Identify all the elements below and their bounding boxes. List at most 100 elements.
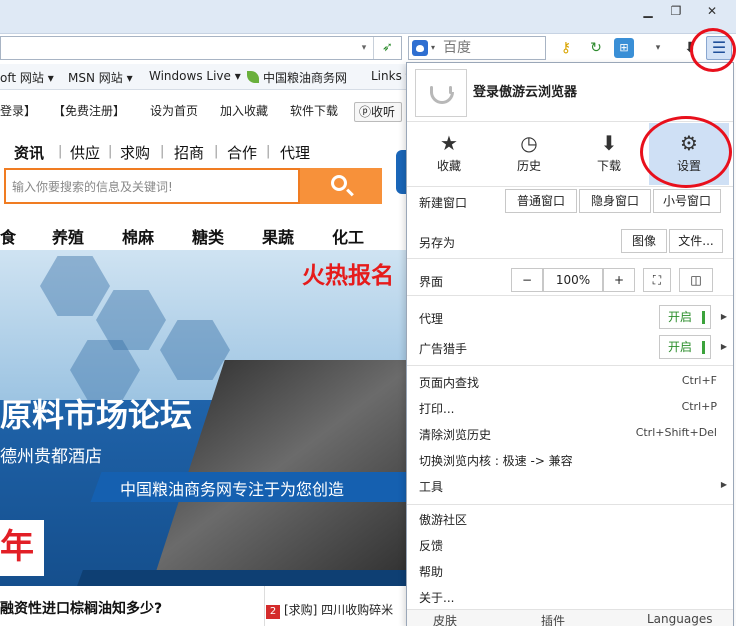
baidu-paw-icon[interactable]	[412, 40, 428, 56]
downloads-button[interactable]: ⬇ 下载	[569, 123, 649, 185]
bookmark-item[interactable]: oft 网站 ▾	[0, 69, 54, 86]
normal-window-button[interactable]: 普通窗口	[505, 189, 577, 213]
feedback-item[interactable]: 反馈	[407, 532, 733, 558]
languages-button[interactable]: Languages	[647, 612, 712, 626]
side-tab[interactable]	[396, 150, 406, 194]
bookmark-item[interactable]: Windows Live ▾	[149, 69, 241, 83]
product-menu: 食 养殖 棉麻 糖类 果蔬 化工	[0, 220, 406, 248]
divider	[407, 504, 733, 505]
clock-icon: ◷	[520, 131, 538, 155]
menu-item-label: 关于...	[419, 591, 455, 605]
switch-engine-item[interactable]: 切换浏览内核 : 极速 -> 兼容	[407, 447, 733, 473]
save-as-row: 另存为 图像 文件...	[407, 229, 733, 255]
fullscreen-icon[interactable]: ⛶	[643, 268, 671, 292]
year-text: 年	[0, 527, 34, 567]
bookmarks-bar: oft 网站 ▾ MSN 网站 ▾ Windows Live ▾ 中国粮油商务网…	[0, 64, 412, 90]
zoom-out-button[interactable]: −	[511, 268, 543, 292]
ui-label: 界面	[419, 275, 444, 289]
address-history-dropdown-icon[interactable]: ▾	[357, 37, 371, 59]
sync-user-icon[interactable]: ↻	[586, 38, 606, 58]
product-menu-item[interactable]: 化工	[332, 224, 364, 248]
menu-item-label: 反馈	[419, 539, 444, 553]
about-item[interactable]: 关于...	[407, 584, 733, 610]
bookmark-label: 中国粮油商务网	[263, 71, 348, 85]
product-menu-item[interactable]: 食	[0, 224, 16, 248]
set-homepage-link[interactable]: 设为首页	[150, 102, 198, 119]
listen-button[interactable]: ⓟ收听	[354, 102, 402, 122]
go-arrow-icon[interactable]: ➶	[373, 37, 401, 59]
product-menu-item[interactable]: 棉麻	[122, 224, 154, 248]
product-menu-item[interactable]: 果蔬	[262, 224, 294, 248]
zoom-in-button[interactable]: +	[603, 268, 635, 292]
find-in-page-item[interactable]: 页面内查找 Ctrl+F	[407, 369, 733, 395]
gear-icon: ⚙	[680, 131, 698, 155]
address-bar[interactable]: ▾ ➶	[0, 36, 402, 60]
save-image-button[interactable]: 图像	[621, 229, 667, 253]
login-link[interactable]: 登录】	[0, 102, 36, 119]
category-tab[interactable]: 求购	[120, 142, 150, 163]
site-search-placeholder: 输入你要搜索的信息及关键词!	[12, 180, 173, 194]
print-item[interactable]: 打印... Ctrl+P	[407, 395, 733, 421]
category-tab[interactable]: 供应	[70, 142, 100, 163]
main-menu-icon[interactable]: ☰	[706, 36, 732, 60]
category-tab[interactable]: 代理	[280, 142, 310, 163]
key-icon[interactable]: ⚷	[556, 38, 576, 58]
proxy-row[interactable]: 代理 开启 ▶	[407, 305, 733, 331]
history-button[interactable]: ◷ 历史	[489, 123, 569, 185]
bookmark-item[interactable]: MSN 网站 ▾	[68, 69, 133, 86]
app-center-icon[interactable]: ⊞	[614, 38, 634, 58]
promo-banner[interactable]: 火热报名 原料市场论坛 德州贵都酒店 中国粮油商务网专注于为您创造 年	[0, 250, 406, 586]
settings-button[interactable]: ⚙ 设置	[649, 123, 729, 185]
adblock-row[interactable]: 广告猎手 开启 ▶	[407, 335, 733, 361]
register-link[interactable]: 【免费注册】	[53, 102, 125, 119]
more-arrow-icon[interactable]: ▾	[648, 38, 668, 58]
small-window-button[interactable]: 小号窗口	[653, 189, 721, 213]
adblock-toggle[interactable]: 开启	[659, 335, 711, 359]
private-window-button[interactable]: 隐身窗口	[579, 189, 651, 213]
save-file-button[interactable]: 文件...	[669, 229, 723, 253]
news-item-text: [求购] 四川收购碎米	[284, 603, 394, 617]
skin-button[interactable]: 皮肤	[433, 612, 457, 626]
proxy-toggle[interactable]: 开启	[659, 305, 711, 329]
split-view-icon[interactable]: ◫	[679, 268, 713, 292]
news-headline[interactable]: 融资性进口棕榈油知多少?	[0, 598, 162, 618]
close-icon[interactable]: ✕	[694, 2, 730, 20]
divider	[407, 295, 733, 296]
clear-history-item[interactable]: 清除浏览历史 Ctrl+Shift+Del	[407, 421, 733, 447]
category-tab[interactable]: 合作	[227, 142, 257, 163]
restore-icon[interactable]: ❐	[662, 2, 690, 20]
cloud-login-link[interactable]: 登录傲游云浏览器	[473, 81, 577, 100]
shortcut-label: Ctrl+Shift+Del	[635, 426, 717, 439]
category-tab[interactable]: 招商	[174, 142, 204, 163]
menu-item-label: 工具	[419, 480, 444, 494]
search-engine-dropdown-icon[interactable]: ▾	[431, 37, 435, 59]
help-item[interactable]: 帮助	[407, 558, 733, 584]
news-list-item[interactable]: 2 [求购] 四川收购碎米	[266, 601, 406, 619]
site-search-input[interactable]: 输入你要搜索的信息及关键词!	[4, 168, 300, 204]
banner-bottom-band	[77, 570, 406, 586]
category-tab[interactable]: 资讯	[14, 142, 44, 163]
avatar[interactable]	[415, 69, 467, 117]
tools-item[interactable]: 工具 ▶	[407, 473, 733, 499]
zoom-level-display: 100%	[543, 268, 603, 292]
search-engine-box[interactable]: ▾ 百度	[408, 36, 546, 60]
favorites-button[interactable]: ★ 收藏	[409, 123, 489, 185]
product-menu-item[interactable]: 养殖	[52, 224, 84, 248]
plugins-button[interactable]: 插件	[541, 612, 565, 626]
software-download-link[interactable]: 软件下载	[290, 102, 338, 119]
divider	[407, 258, 733, 259]
forum-title: 原料市场论坛	[0, 396, 193, 434]
divider: |	[160, 144, 165, 159]
leaf-icon	[247, 71, 259, 83]
download-icon[interactable]: ⬇	[680, 38, 700, 58]
site-search-button[interactable]	[300, 168, 382, 204]
slogan-text: 中国粮油商务网专注于为您创造	[120, 480, 345, 499]
add-favorite-link[interactable]: 加入收藏	[220, 102, 268, 119]
bookmark-item[interactable]: 中国粮油商务网	[247, 69, 347, 86]
save-as-label: 另存为	[419, 236, 456, 250]
menu-item-label: 清除浏览历史	[419, 428, 492, 442]
community-item[interactable]: 傲游社区	[407, 506, 733, 532]
divider: |	[214, 144, 219, 159]
product-menu-item[interactable]: 糖类	[192, 224, 224, 248]
minimize-icon[interactable]: ▁	[634, 2, 662, 20]
